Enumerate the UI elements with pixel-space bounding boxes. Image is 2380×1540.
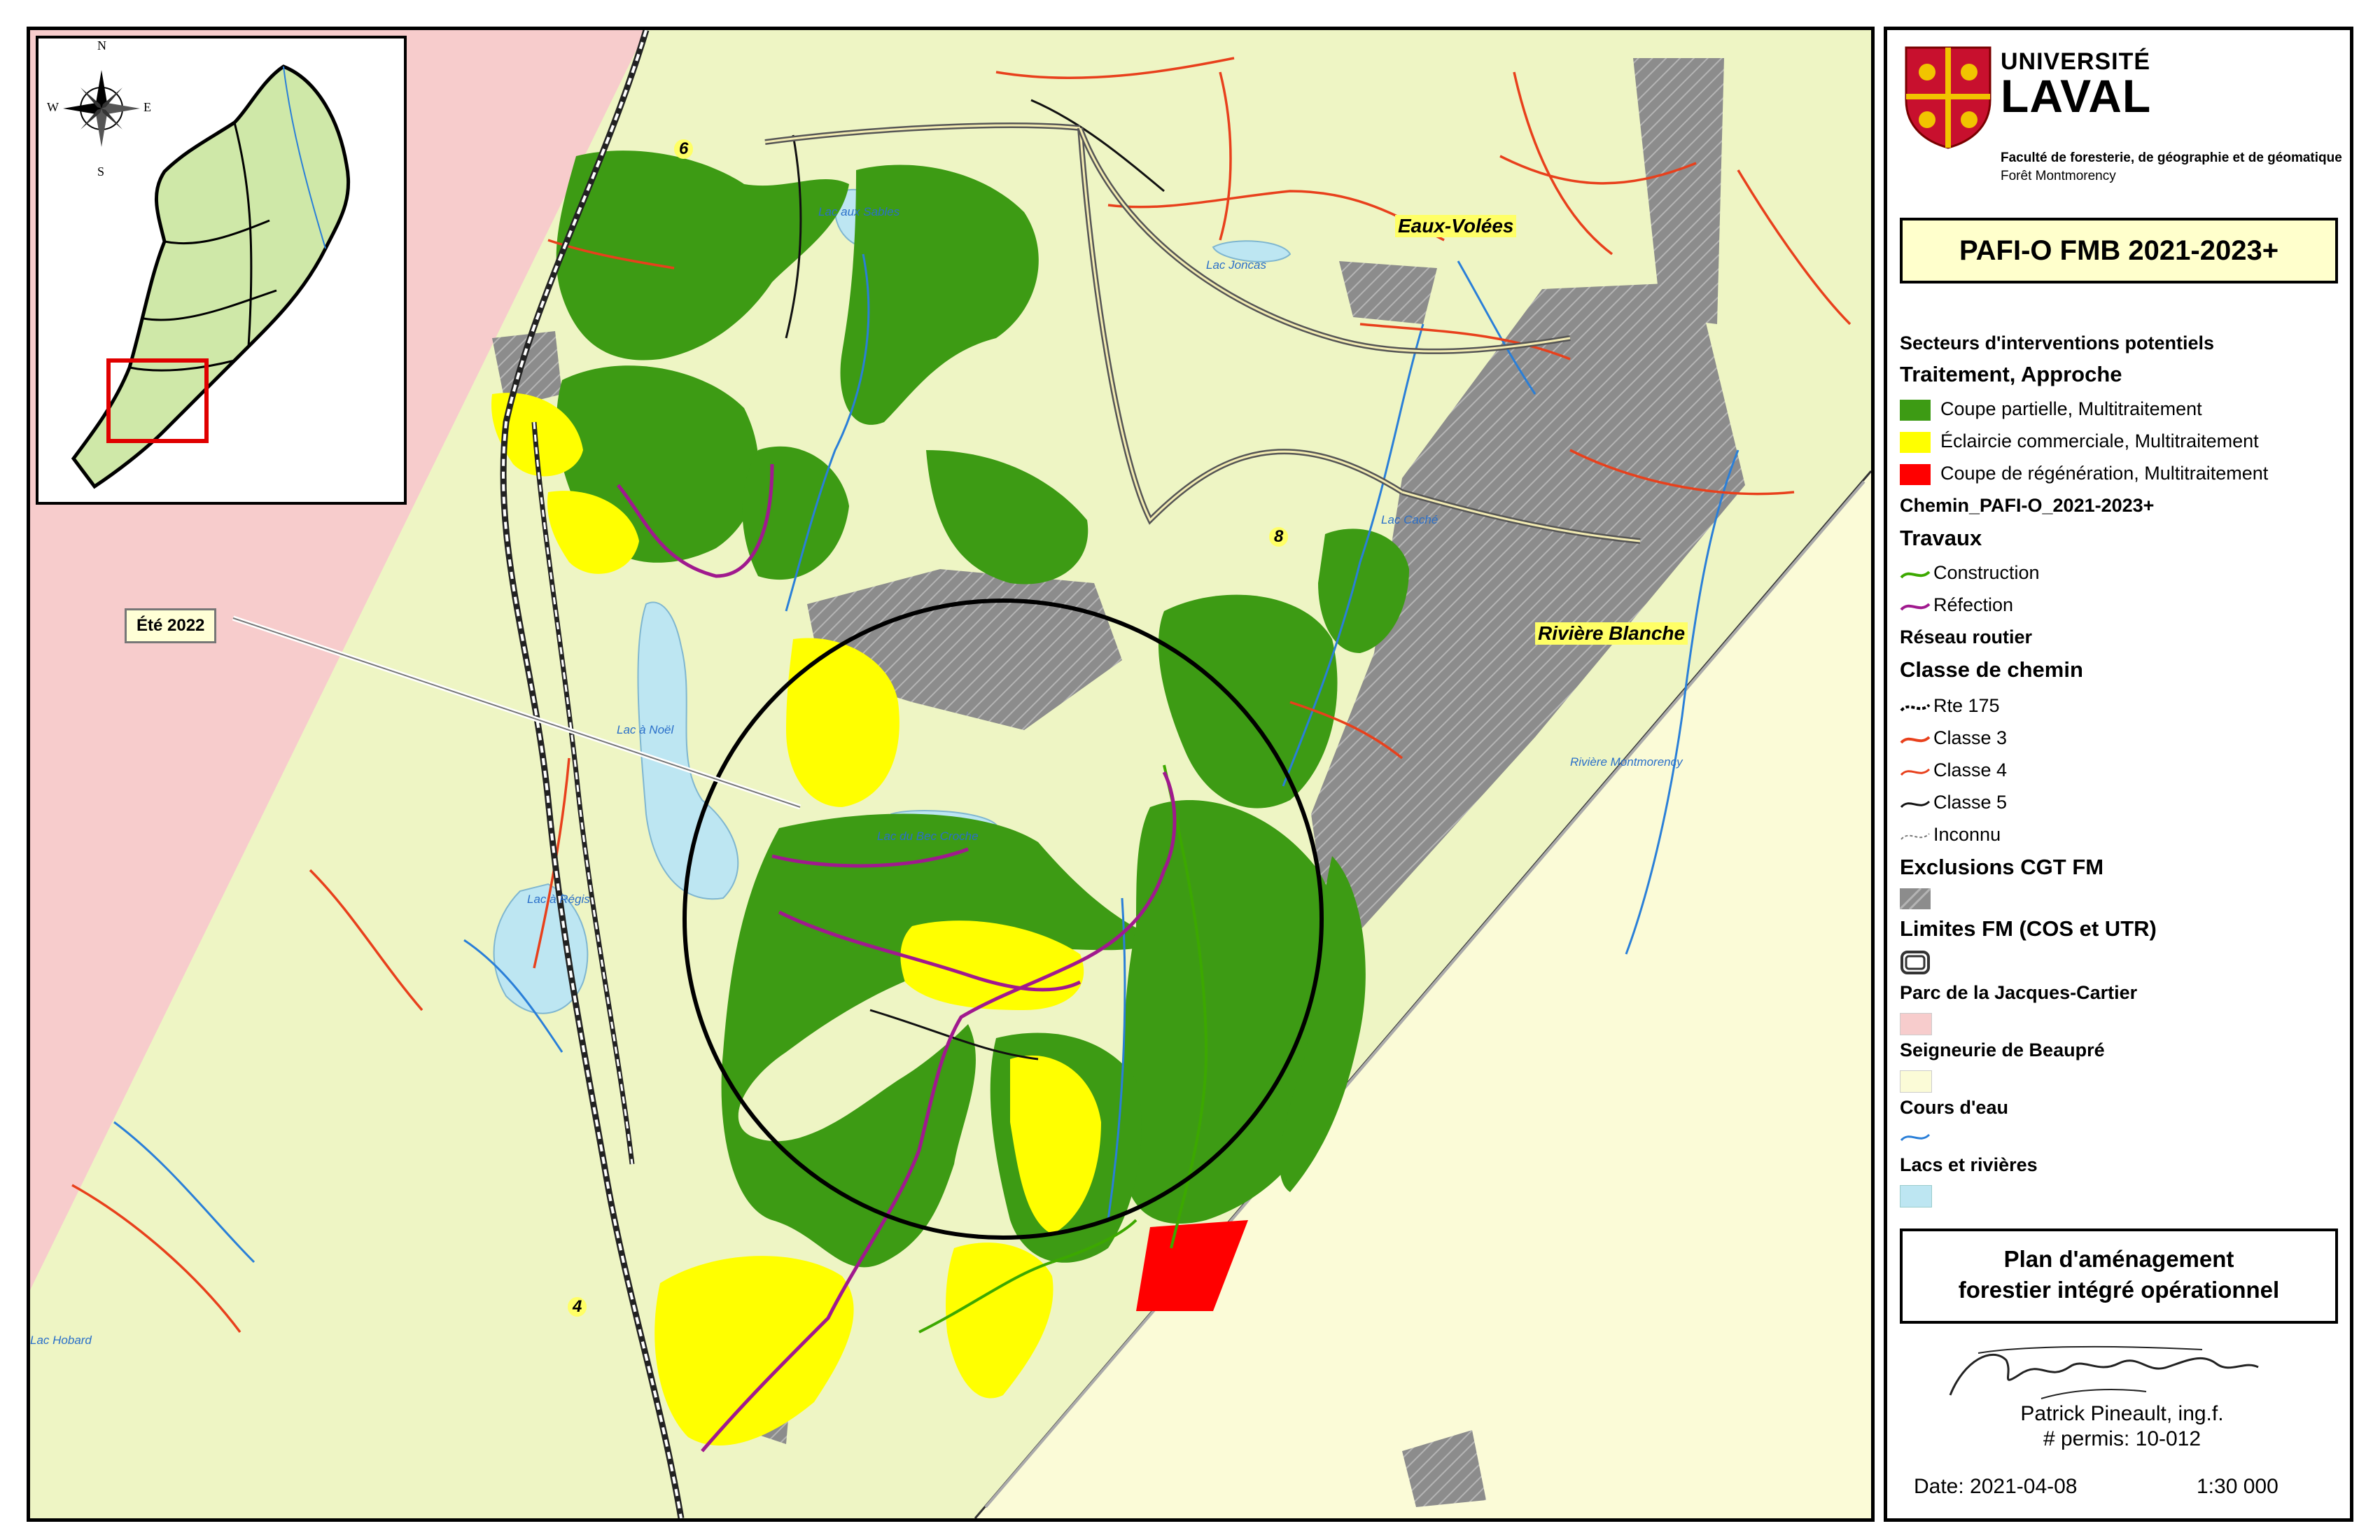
legend-parc: Parc de la Jacques-Cartier <box>1900 982 2138 1003</box>
legend-seigneurie: Seigneurie de Beaupré <box>1900 1040 2105 1060</box>
swatch-limites <box>1900 951 1930 974</box>
label-lac-a-regis: Lac à Régis <box>527 892 590 906</box>
laval-crest-icon <box>1905 46 1991 149</box>
road-number-4: 4 <box>568 1297 587 1317</box>
plan-line-2: forestier intégré opérationnel <box>1958 1277 2280 1303</box>
legend-classe-title: Classe de chemin <box>1900 657 2083 682</box>
legend-treatment-1: Coupe partielle, Multitraitement <box>1940 398 2202 419</box>
university-name-2: LAVAL <box>2001 70 2152 122</box>
label-riviere-montmorency: Rivière Montmorency <box>1570 755 1683 769</box>
legend-cours-eau: Cours d'eau <box>1900 1097 2008 1118</box>
plan-line-1: Plan d'aménagement <box>2003 1246 2234 1272</box>
legend-travaux-refection: Réfection <box>1933 594 2014 615</box>
swatch-regeneration-cut <box>1900 464 1931 485</box>
compass-e: E <box>144 100 151 114</box>
swatch-commercial-thinning <box>1900 432 1931 453</box>
legend-treatment-3: Coupe de régénération, Multitraitement <box>1940 463 2269 484</box>
signature-image <box>1949 1345 2259 1399</box>
legend-treatment-2: Éclaircie commerciale, Multitraitement <box>1940 430 2259 451</box>
signature-name: Patrick Pineault, ing.f. <box>2020 1402 2224 1425</box>
university-logo-area: UNIVERSITÉ LAVAL Faculté de foresterie, … <box>1896 38 2344 200</box>
legend-travaux-title: Travaux <box>1900 526 1982 550</box>
legend-class-rte-175: Rte 175 <box>1933 695 2000 716</box>
swatch-exclusions <box>1900 888 1931 909</box>
legend-class-4: Classe 4 <box>1933 760 2008 780</box>
label-lac-a-noel: Lac à Noël <box>617 723 674 736</box>
legend-sectors-title: Secteurs d'interventions potentiels <box>1900 332 2215 354</box>
plan-description-box: Plan d'aménagement forestier intégré opé… <box>1900 1228 2338 1324</box>
swatch-cours-eau <box>1900 1133 1931 1142</box>
label-lac-hobard: Lac Hobard <box>30 1334 92 1347</box>
swatch-lacs <box>1900 1185 1932 1208</box>
map-frame[interactable]: Lac aux Sables Lac Joncas Lac Caché Lac … <box>27 27 1875 1522</box>
swatch-class-4 <box>1900 768 1931 776</box>
label-riviere-blanche: Rivière Blanche <box>1535 622 1688 645</box>
swatch-parc <box>1900 1013 1932 1035</box>
legend-exclusions: Exclusions CGT FM <box>1900 855 2104 879</box>
legend-panel: UNIVERSITÉ LAVAL Faculté de foresterie, … <box>1884 27 2353 1522</box>
road-number-6: 6 <box>674 139 694 159</box>
legend-chemin-title: Chemin_PAFI-O_2021-2023+ <box>1900 495 2155 516</box>
label-eaux-volees: Eaux-Volées <box>1395 215 1517 237</box>
swatch-rte-175 <box>1900 704 1931 712</box>
road-number-8: 8 <box>1269 527 1289 547</box>
summer-2022-callout: Été 2022 <box>125 608 217 643</box>
label-lac-aux-sables: Lac aux Sables <box>818 205 900 218</box>
signature-permit: # permis: 10-012 <box>2043 1427 2202 1450</box>
legend-treatment-title: Traitement, Approche <box>1900 362 2122 386</box>
label-lac-cache: Lac Caché <box>1381 513 1438 526</box>
plan-title: PAFI-O FMB 2021-2023+ <box>1900 218 2338 284</box>
legend-lacs: Lacs et rivières <box>1900 1154 2038 1175</box>
faculty-name: Faculté de foresterie, de géographie et … <box>2001 150 2342 165</box>
swatch-class-3 <box>1900 736 1931 744</box>
inset-locator-map: N S E W <box>36 36 407 505</box>
swatch-inconnu <box>1900 833 1930 840</box>
compass-w: W <box>47 100 59 114</box>
unit-name: Forêt Montmorency <box>2001 169 2116 183</box>
legend-class-inconnu: Inconnu <box>1933 824 2001 845</box>
legend-class-5: Classe 5 <box>1933 792 2008 813</box>
map-date: Date: 2021-04-08 <box>1914 1475 2078 1498</box>
inset-map-svg <box>63 64 351 489</box>
legend-limites: Limites FM (COS et UTR) <box>1900 916 2157 941</box>
swatch-class-5 <box>1900 800 1931 808</box>
legend-travaux-construction: Construction <box>1933 562 2040 583</box>
compass-s: S <box>97 164 105 178</box>
map-scale: 1:30 000 <box>2197 1475 2278 1498</box>
swatch-seigneurie <box>1900 1070 1932 1093</box>
swatch-refection <box>1900 603 1931 611</box>
swatch-construction <box>1900 570 1931 579</box>
legend-reseau-title: Réseau routier <box>1900 626 2033 648</box>
compass-rose-icon <box>63 70 140 147</box>
compass-n: N <box>97 38 106 52</box>
label-lac-du-bec-croche: Lac du Bec Croche <box>877 830 979 843</box>
label-lac-joncas: Lac Joncas <box>1206 258 1266 272</box>
swatch-partial-cut <box>1900 400 1931 421</box>
legend-class-3: Classe 3 <box>1933 727 2008 748</box>
inset-region-outline <box>71 64 351 489</box>
